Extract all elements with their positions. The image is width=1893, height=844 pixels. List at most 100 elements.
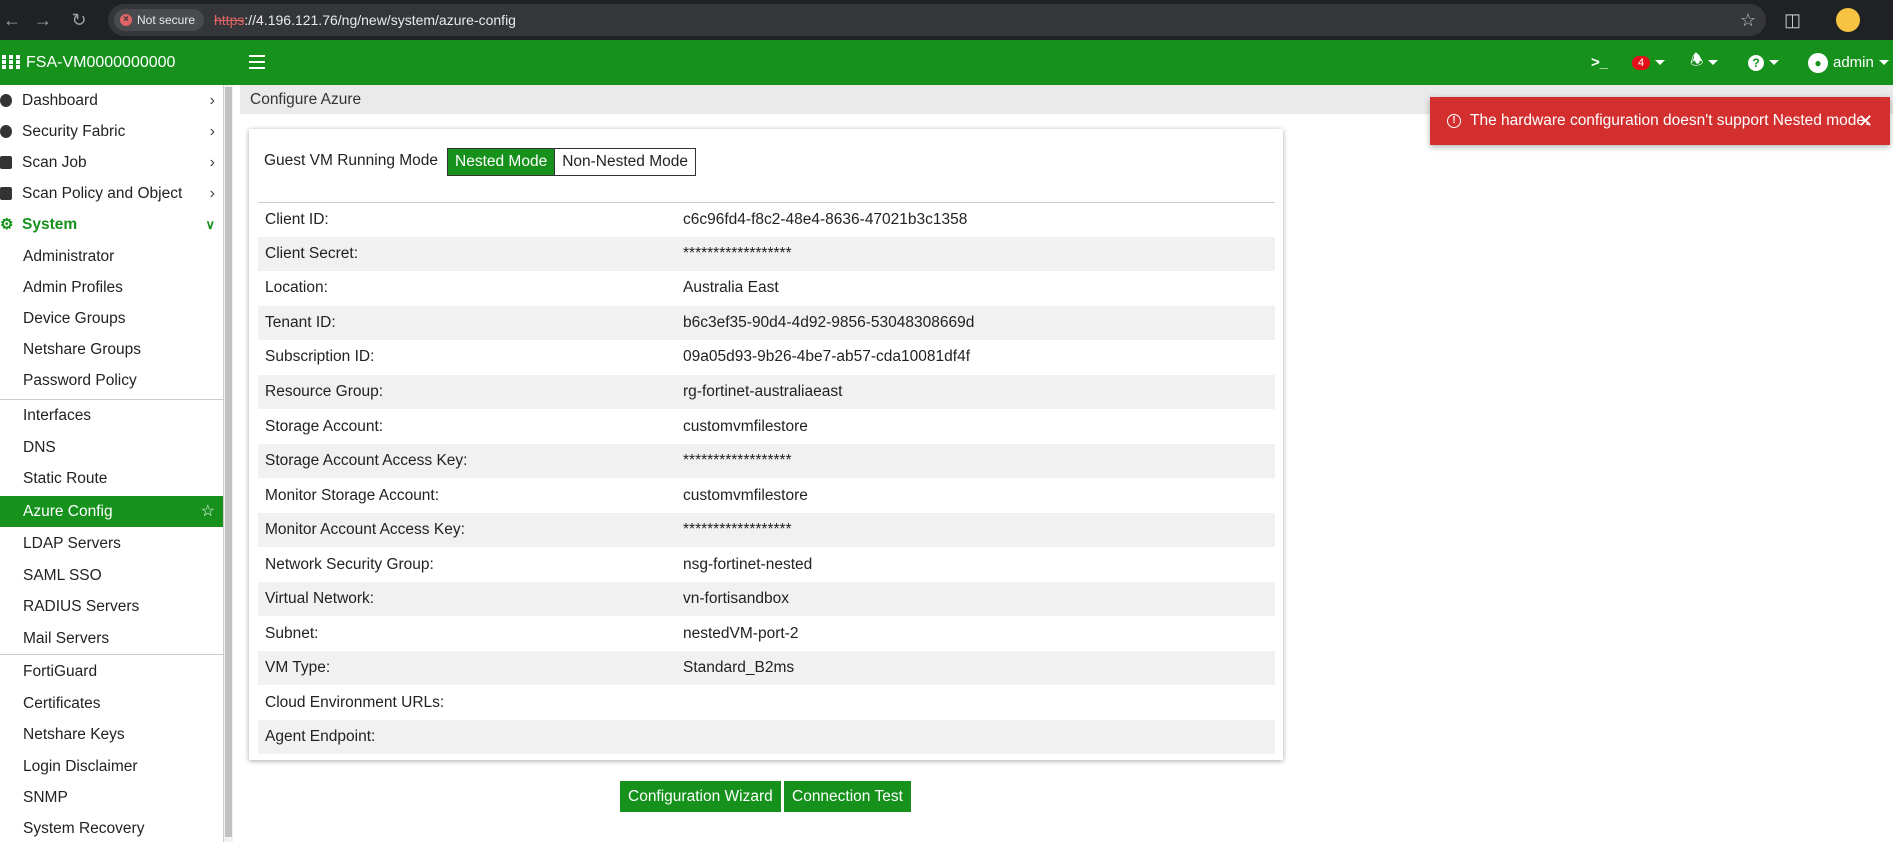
- alert-count-badge: 4: [1632, 55, 1650, 70]
- sidebar-item-security-fabric[interactable]: Security Fabric ›: [0, 116, 223, 147]
- favorite-star-icon[interactable]: ☆: [201, 496, 215, 527]
- field-row-agent-endpoint: Agent Endpoint:: [258, 720, 1275, 754]
- non-nested-mode-button[interactable]: Non-Nested Mode: [554, 149, 695, 175]
- sidebar-scrollbar[interactable]: [224, 85, 233, 842]
- error-toast: ! The hardware configuration doesn't sup…: [1430, 97, 1890, 145]
- user-menu[interactable]: ● admin: [1808, 40, 1889, 85]
- sidebar-item-administrator[interactable]: Administrator: [0, 241, 223, 272]
- scan-job-icon: [0, 156, 12, 169]
- sidebar-item-netshare-keys[interactable]: Netshare Keys: [0, 719, 223, 750]
- page-title: Configure Azure: [250, 91, 362, 108]
- sidebar-item-label: SNMP: [23, 789, 68, 806]
- field-value: Standard_B2ms: [683, 659, 795, 676]
- field-label: Location:: [265, 279, 328, 296]
- nested-mode-button[interactable]: Nested Mode: [448, 149, 555, 175]
- sidebar-item-scan-policy[interactable]: Scan Policy and Object ›: [0, 178, 223, 209]
- sidebar-item-label: Security Fabric: [22, 123, 126, 140]
- toast-message: The hardware configuration doesn't suppo…: [1470, 112, 1870, 129]
- fabric-icon: [0, 125, 12, 138]
- sidebar-item-device-groups[interactable]: Device Groups: [0, 303, 223, 334]
- field-value: ******************: [683, 521, 792, 538]
- sidebar-item-label: Interfaces: [23, 407, 92, 424]
- guest-vm-mode-toggle[interactable]: Nested Mode Non-Nested Mode: [447, 148, 696, 176]
- extensions-icon[interactable]: ◫: [1784, 8, 1801, 32]
- guest-vm-mode-label: Guest VM Running Mode: [264, 152, 439, 169]
- sidebar-item-fortiguard[interactable]: FortiGuard: [0, 656, 223, 687]
- sidebar-item-certificates[interactable]: Certificates: [0, 688, 223, 719]
- field-value: b6c3ef35-90d4-4d92-9856-53048308669d: [683, 314, 975, 331]
- field-label: Virtual Network:: [265, 590, 375, 607]
- reload-icon[interactable]: ↻: [67, 8, 91, 32]
- field-label: Storage Account Access Key:: [265, 452, 468, 469]
- sidebar-item-saml-sso[interactable]: SAML SSO: [0, 560, 223, 591]
- sidebar-item-label: Dashboard: [22, 92, 98, 109]
- sidebar-item-admin-profiles[interactable]: Admin Profiles: [0, 272, 223, 303]
- connection-test-button[interactable]: Connection Test: [784, 781, 911, 812]
- sidebar-item-label: Login Disclaimer: [23, 758, 138, 775]
- security-indicator[interactable]: × Not secure: [114, 9, 205, 31]
- alerts-dropdown[interactable]: 4: [1632, 40, 1665, 85]
- policy-icon: [0, 187, 12, 200]
- chevron-down-icon: [1655, 60, 1665, 65]
- configuration-wizard-button[interactable]: Configuration Wizard: [620, 781, 781, 812]
- sidebar-item-snmp[interactable]: SNMP: [0, 782, 223, 813]
- sidebar-item-mail-servers[interactable]: Mail Servers: [0, 623, 223, 654]
- forward-icon[interactable]: →: [31, 8, 55, 32]
- device-hostname: FSA-VM0000000000: [26, 54, 176, 71]
- field-label: VM Type:: [265, 659, 331, 676]
- profile-avatar-icon[interactable]: [1836, 8, 1860, 32]
- address-bar[interactable]: × Not secure https://4.196.121.76/ng/new…: [108, 4, 1766, 36]
- field-row-storage-account: Storage Account: customvmfilestore: [258, 410, 1275, 444]
- close-icon[interactable]: ✕: [1858, 97, 1873, 145]
- user-avatar-icon: ●: [1808, 52, 1828, 73]
- bell-icon: 🕭: [1690, 52, 1704, 69]
- chevron-right-icon: ›: [209, 185, 215, 202]
- sidebar-item-label: Scan Policy and Object: [22, 185, 183, 202]
- field-label: Monitor Account Access Key:: [265, 521, 465, 538]
- chevron-right-icon: ›: [209, 123, 215, 140]
- terminal-icon: >_: [1591, 54, 1609, 71]
- sidebar-item-system[interactable]: ⚙ System ∨: [0, 209, 223, 240]
- sidebar: Dashboard › Security Fabric › Scan Job ›…: [0, 85, 224, 842]
- sidebar-item-static-route[interactable]: Static Route: [0, 463, 223, 494]
- sidebar-item-system-recovery[interactable]: System Recovery: [0, 813, 223, 844]
- sidebar-item-login-disclaimer[interactable]: Login Disclaimer: [0, 751, 223, 782]
- sidebar-item-label: Administrator: [23, 248, 115, 265]
- field-row-monitor-access-key: Monitor Account Access Key: *************…: [258, 513, 1275, 547]
- sidebar-item-label: Certificates: [23, 695, 101, 712]
- sidebar-item-netshare-groups[interactable]: Netshare Groups: [0, 334, 223, 365]
- sidebar-item-label: Admin Profiles: [23, 279, 123, 296]
- sidebar-item-azure-config[interactable]: Azure Config ☆: [0, 496, 223, 527]
- sidebar-item-label: Netshare Groups: [23, 341, 142, 358]
- back-icon[interactable]: ←: [0, 8, 24, 32]
- menu-toggle-icon[interactable]: [249, 55, 265, 69]
- sidebar-item-dns[interactable]: DNS: [0, 432, 223, 463]
- sidebar-item-label: RADIUS Servers: [23, 598, 140, 615]
- sidebar-item-password-policy[interactable]: Password Policy: [0, 365, 223, 396]
- field-row-monitor-storage-account: Monitor Storage Account: customvmfilestor…: [258, 479, 1275, 513]
- sidebar-item-label: Mail Servers: [23, 630, 110, 647]
- sidebar-item-label: Azure Config: [23, 503, 113, 520]
- sidebar-item-scan-job[interactable]: Scan Job ›: [0, 147, 223, 178]
- sidebar-item-interfaces[interactable]: Interfaces: [0, 400, 223, 431]
- sidebar-item-label: SAML SSO: [23, 567, 102, 584]
- notifications-dropdown[interactable]: 🕭: [1690, 40, 1719, 85]
- url-protocol: https: [214, 12, 245, 28]
- field-label: Network Security Group:: [265, 556, 434, 573]
- field-value: ******************: [683, 452, 792, 469]
- sidebar-item-ldap-servers[interactable]: LDAP Servers: [0, 528, 223, 559]
- apps-grid-icon[interactable]: [2, 55, 20, 69]
- sidebar-item-label: Scan Job: [22, 154, 87, 171]
- url-text[interactable]: https://4.196.121.76/ng/new/system/azure…: [214, 4, 516, 36]
- field-label: Cloud Environment URLs:: [265, 694, 445, 711]
- help-icon: ?: [1748, 54, 1764, 71]
- field-label: Storage Account:: [265, 418, 384, 435]
- field-row-subscription-id: Subscription ID: 09a05d93-9b26-4be7-ab57-…: [258, 340, 1275, 374]
- sidebar-item-dashboard[interactable]: Dashboard ›: [0, 85, 223, 116]
- help-dropdown[interactable]: ?: [1748, 40, 1779, 85]
- scrollbar-thumb[interactable]: [225, 87, 232, 837]
- cli-console-button[interactable]: >_: [1591, 40, 1608, 85]
- field-label: Subnet:: [265, 625, 319, 642]
- bookmark-star-icon[interactable]: ☆: [1740, 8, 1756, 32]
- sidebar-item-radius-servers[interactable]: RADIUS Servers: [0, 591, 223, 622]
